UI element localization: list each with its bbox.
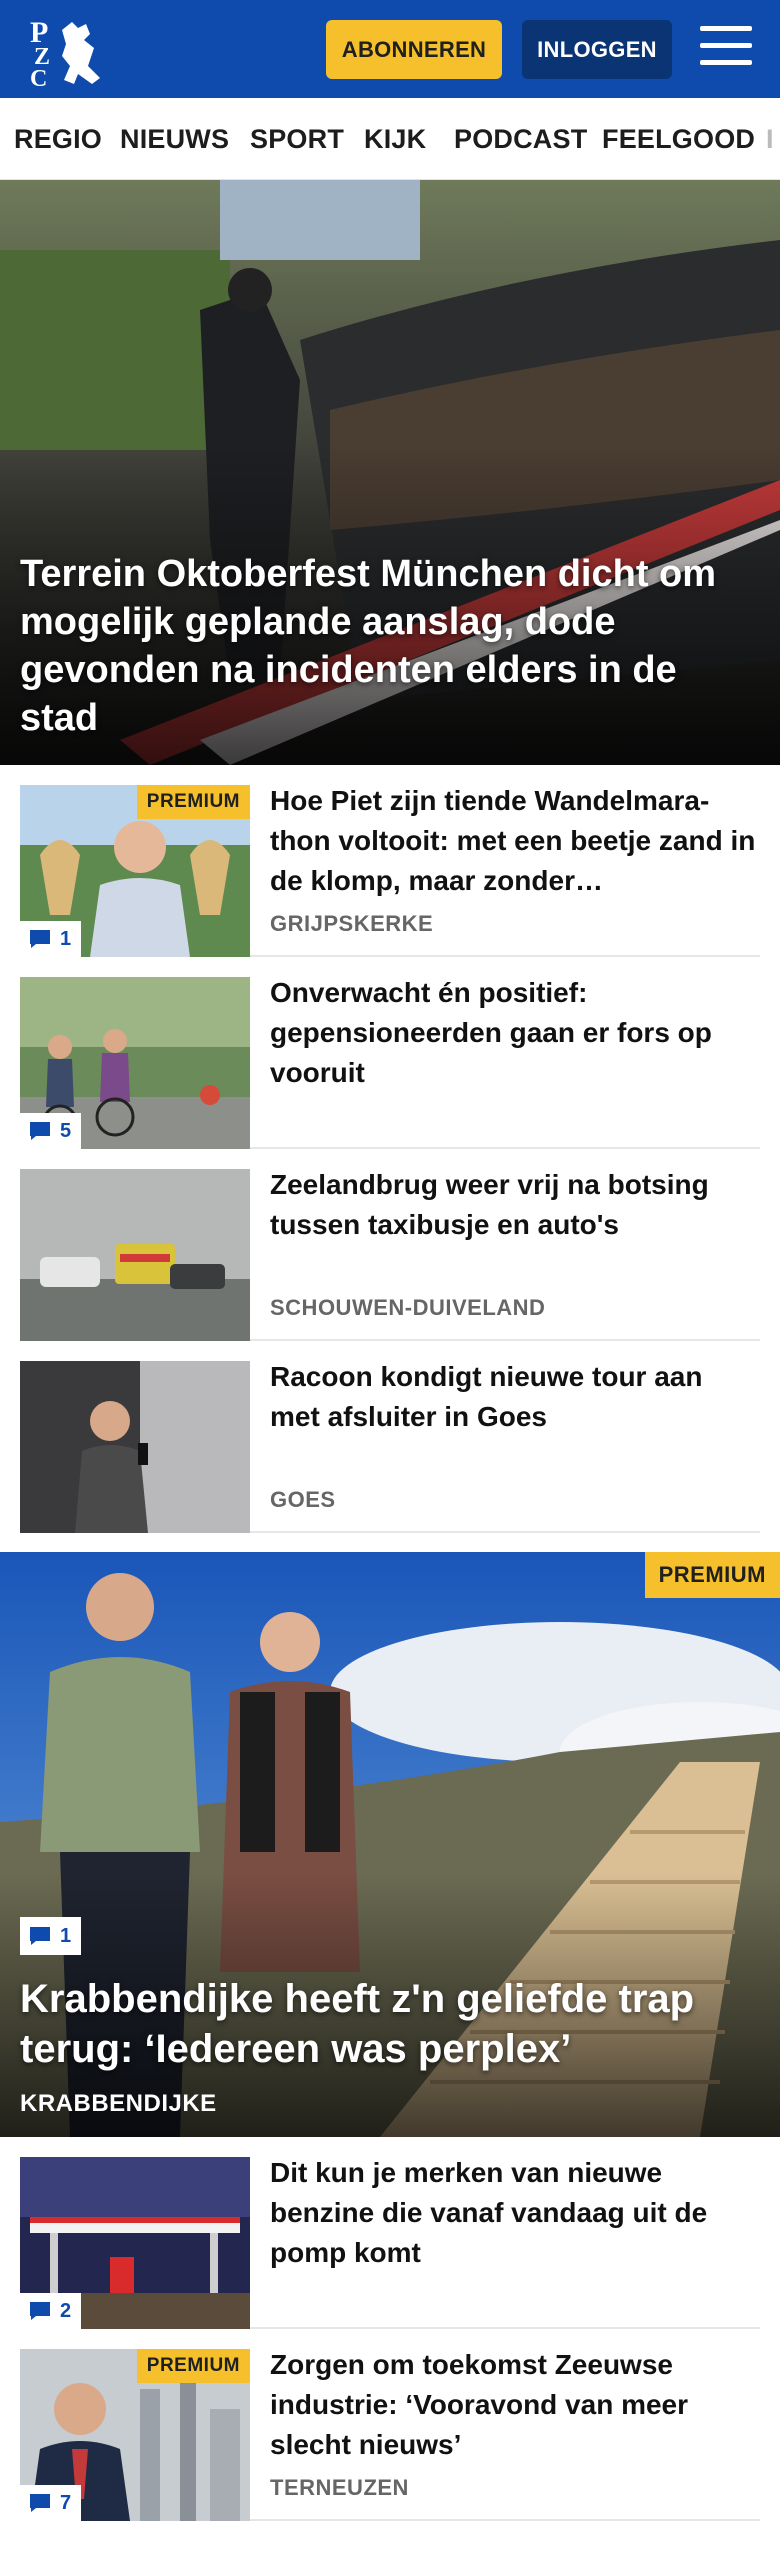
premium-badge: PREMIUM: [644, 1552, 780, 1598]
comment-count-value: 1: [60, 1924, 72, 1947]
category-nav: REGIO NIEUWS SPORT KIJK PODCAST FEELGOOD…: [0, 98, 780, 180]
feature-location: KRABBENDIJKE: [20, 2090, 217, 2117]
pzc-logo-icon: P Z C: [30, 16, 100, 92]
article-thumbnail: PREMIUM 7: [20, 2349, 250, 2521]
comment-count-value: 1: [60, 927, 72, 950]
article-item[interactable]: Zeelandbrug weer vrij na botsing tussen …: [20, 1149, 760, 1341]
comment-icon: [30, 2494, 50, 2512]
article-location: GRIJPSKERKE: [270, 911, 434, 936]
pzc-logo[interactable]: P Z C: [28, 12, 116, 92]
comment-icon: [30, 1927, 50, 1945]
comment-icon: [30, 1122, 50, 1140]
nav-item-overflow[interactable]: I: [766, 124, 774, 155]
article-thumbnail: PREMIUM 1: [20, 785, 250, 957]
article-item[interactable]: PREMIUM 7 Zorgen om toekomst Zeeuwse ind…: [20, 2329, 760, 2521]
feature-article[interactable]: PREMIUM 1 Krabbendijke heeft z'n geliefd…: [0, 1552, 780, 2137]
comment-count[interactable]: 1: [20, 1917, 82, 1955]
article-location: GOES: [270, 1487, 336, 1512]
article-title[interactable]: Onverwacht én positief: gepensioneerden …: [270, 973, 760, 1093]
comment-count[interactable]: 5: [20, 1113, 82, 1149]
top-bar: P Z C ABONNEREN INLOGGEN: [0, 0, 780, 98]
article-item[interactable]: 5 Onverwacht én positief: gepensioneerde…: [20, 957, 760, 1149]
nav-item-feelgood[interactable]: FEELGOOD: [602, 124, 755, 155]
nav-item-kijk[interactable]: KIJK: [364, 124, 426, 155]
nav-item-nieuws[interactable]: NIEUWS: [120, 124, 229, 155]
article-title[interactable]: Racoon kondigt nieuwe tour aan met afslu…: [270, 1357, 760, 1437]
article-thumbnail: 5: [20, 977, 250, 1149]
feature-title[interactable]: Krabbendijke heeft z'n geliefde trap ter…: [20, 1974, 760, 2074]
premium-badge: PREMIUM: [136, 2349, 250, 2383]
hamburger-icon[interactable]: [700, 26, 752, 70]
nav-item-podcast[interactable]: PODCAST: [454, 124, 587, 155]
article-title[interactable]: Hoe Piet zijn tiende Wandelmara­thon vol…: [270, 781, 760, 901]
comment-count-value: 5: [60, 1119, 72, 1142]
comment-count[interactable]: 1: [20, 921, 82, 957]
login-button[interactable]: INLOGGEN: [522, 20, 672, 79]
article-thumbnail: [20, 1361, 250, 1533]
article-item[interactable]: 2 Dit kun je merken van nieuwe benzine d…: [20, 2137, 760, 2329]
article-thumbnail: 2: [20, 2157, 250, 2329]
article-item[interactable]: PREMIUM 1 Hoe Piet zijn tiende Wandelmar…: [20, 765, 760, 957]
hero-title[interactable]: Terrein Oktoberfest München dicht om mog…: [20, 550, 760, 742]
premium-badge: PREMIUM: [136, 785, 250, 819]
hero-article[interactable]: Terrein Oktoberfest München dicht om mog…: [0, 180, 780, 765]
nav-item-sport[interactable]: SPORT: [250, 124, 344, 155]
comment-count[interactable]: 2: [20, 2293, 82, 2329]
comment-icon: [30, 2302, 50, 2320]
article-item[interactable]: Racoon kondigt nieuwe tour aan met afslu…: [20, 1341, 760, 1533]
article-title[interactable]: Zorgen om toekomst Zeeuwse industrie: ‘V…: [270, 2345, 760, 2465]
article-location: SCHOUWEN-DUIVELAND: [270, 1295, 546, 1320]
comment-count-value: 2: [60, 2299, 72, 2322]
nav-item-regio[interactable]: REGIO: [14, 124, 102, 155]
article-title[interactable]: Zeelandbrug weer vrij na botsing tussen …: [270, 1165, 760, 1245]
comment-count[interactable]: 7: [20, 2485, 82, 2521]
article-title[interactable]: Dit kun je merken van nieuwe benzine die…: [270, 2153, 760, 2273]
comment-count-value: 7: [60, 2491, 72, 2514]
article-thumbnail: [20, 1169, 250, 1341]
article-location: TERNEUZEN: [270, 2475, 409, 2500]
comment-icon: [30, 930, 50, 948]
subscribe-button[interactable]: ABONNEREN: [326, 20, 502, 79]
svg-text:C: C: [30, 66, 47, 88]
